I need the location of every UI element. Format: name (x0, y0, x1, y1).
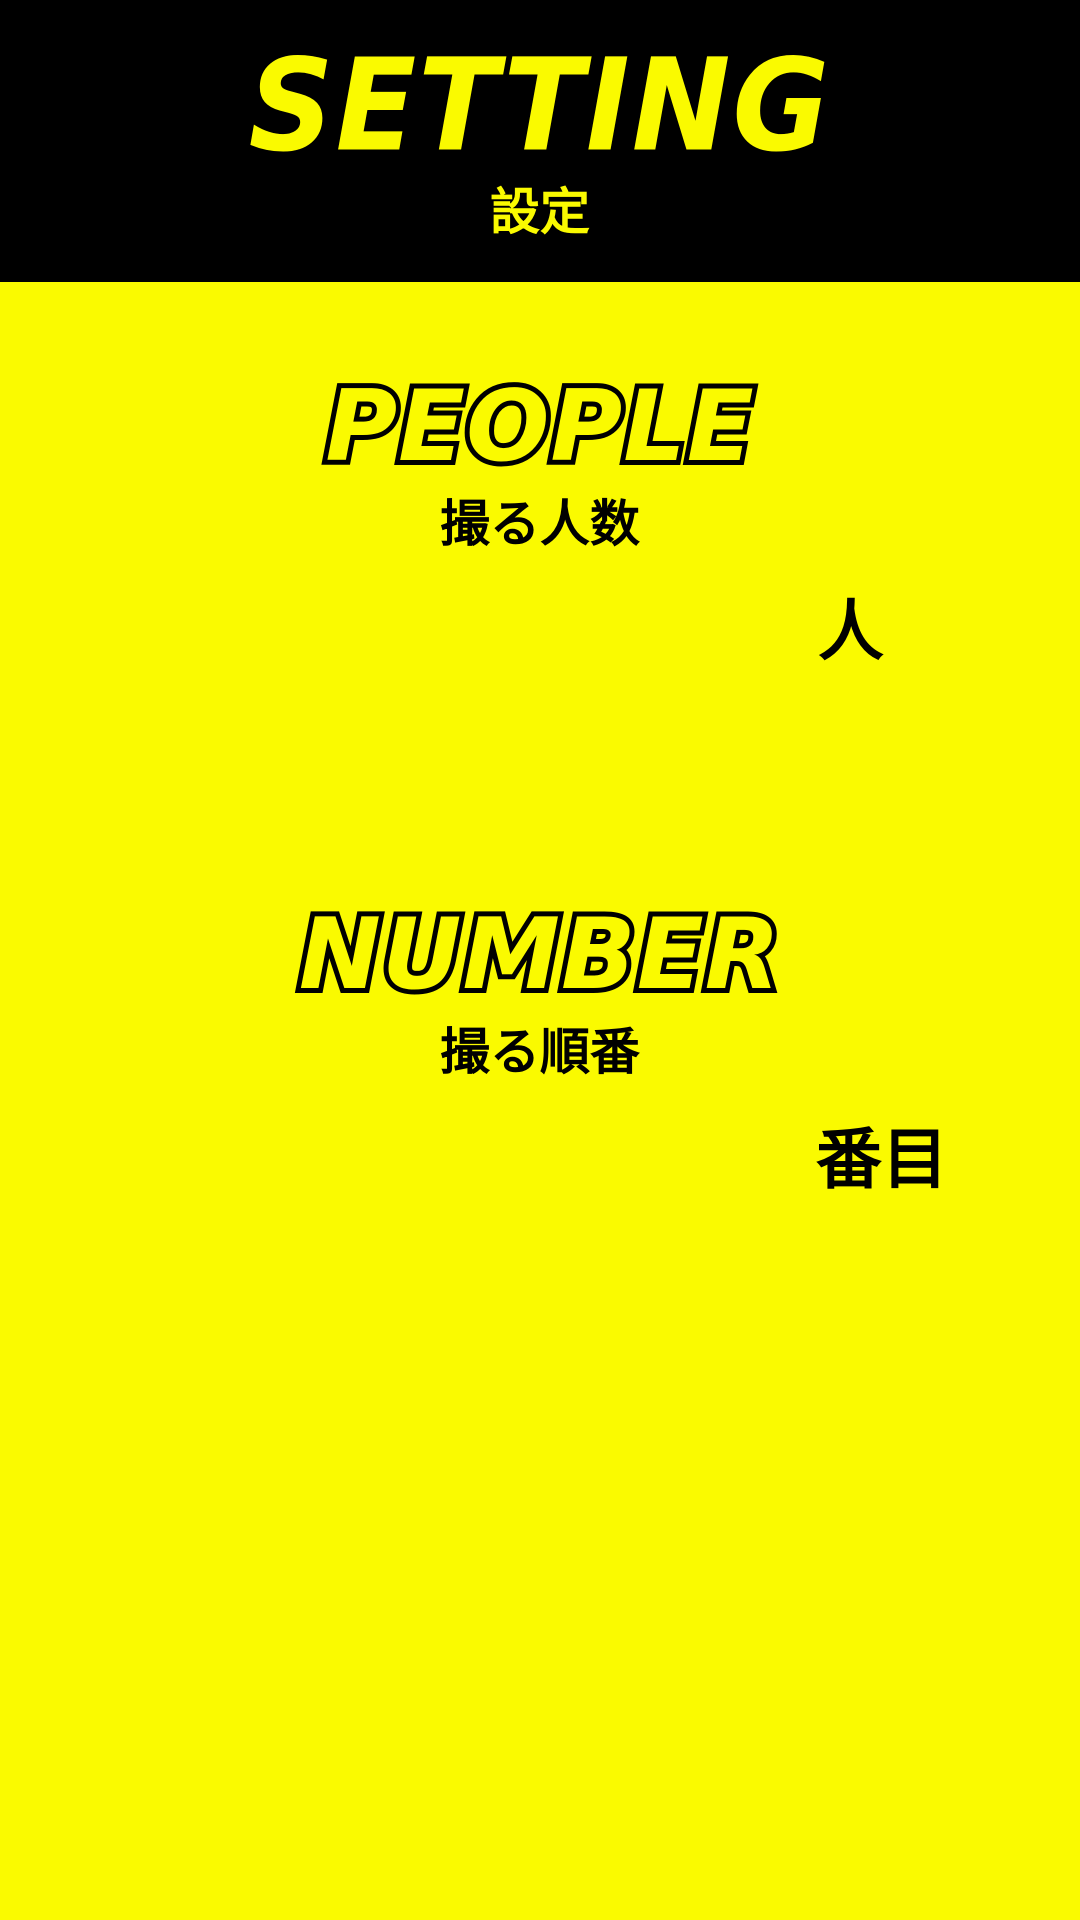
people-subtitle: 撮る人数 (440, 495, 640, 553)
number-subtitle: 撮る順番 (440, 1023, 640, 1081)
people-unit-label: 人 (818, 593, 884, 670)
shooting-order-input[interactable] (200, 1116, 800, 1206)
header-bar: SETTING 設定 (0, 0, 1080, 282)
number-title: NUMBER (294, 895, 785, 1015)
page-subtitle: 設定 (490, 183, 590, 241)
people-title: PEOPLE (320, 367, 758, 487)
people-count-input[interactable] (200, 590, 800, 680)
number-unit-label: 番目 (816, 1121, 948, 1198)
page-title: SETTING (248, 30, 832, 180)
